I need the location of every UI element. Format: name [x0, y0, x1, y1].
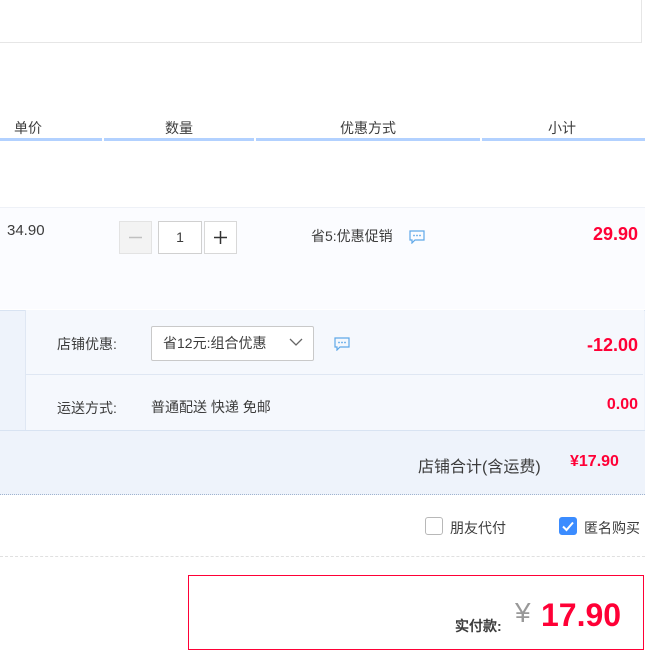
minus-icon: [129, 236, 142, 239]
decrease-quantity-button[interactable]: [119, 221, 152, 254]
header-quantity: 数量: [165, 120, 193, 136]
chevron-down-icon: [289, 338, 303, 346]
payment-amount: 17.90: [541, 597, 622, 633]
shop-total-value: ¥17.90: [570, 453, 619, 470]
plus-icon: [214, 231, 227, 244]
shop-discount-select[interactable]: 省12元:组合优惠: [151, 326, 314, 361]
divider: [0, 556, 645, 557]
discount-info-icon[interactable]: [334, 337, 350, 351]
unit-price: 34.90: [7, 222, 45, 239]
header-subtotal: 小计: [548, 120, 576, 136]
anonymous-purchase-checkbox[interactable]: [559, 517, 577, 535]
previous-panel: [0, 0, 642, 43]
currency-symbol: ¥: [515, 597, 531, 628]
friend-pay-label[interactable]: 朋友代付: [450, 518, 506, 538]
item-row: [0, 207, 645, 309]
shop-discount-select-value: 省12元:组合优惠: [163, 335, 267, 351]
quantity-input[interactable]: 1: [158, 221, 202, 254]
promotion-info-icon[interactable]: [409, 230, 425, 244]
shipping-label: 运送方式:: [57, 400, 117, 416]
shipping-fee: 0.00: [606, 396, 638, 413]
header-underline: [256, 138, 480, 141]
header-underline: [104, 138, 254, 141]
shipping-method: 普通配送 快递 免邮: [151, 399, 271, 415]
shop-total-label: 店铺合计(含运费): [418, 459, 541, 476]
header-underline: [482, 138, 645, 141]
item-subtotal: 29.90: [592, 224, 638, 244]
friend-pay-checkbox[interactable]: [425, 517, 443, 535]
payment-label: 实付款:: [455, 618, 502, 634]
shop-details: [25, 310, 644, 431]
divider: [0, 430, 645, 431]
divider: [25, 374, 643, 375]
shop-discount-label: 店铺优惠:: [57, 336, 117, 352]
checkmark-icon: [562, 521, 574, 532]
header-promotion: 优惠方式: [340, 120, 396, 136]
increase-quantity-button[interactable]: [204, 221, 237, 254]
header-unit-price: 单价: [14, 120, 42, 136]
item-promotion: 省5:优惠促销: [311, 228, 393, 244]
header-underline: [0, 138, 102, 141]
shop-discount-amount: -12.00: [586, 335, 638, 355]
anonymous-purchase-label[interactable]: 匿名购买: [584, 518, 640, 538]
